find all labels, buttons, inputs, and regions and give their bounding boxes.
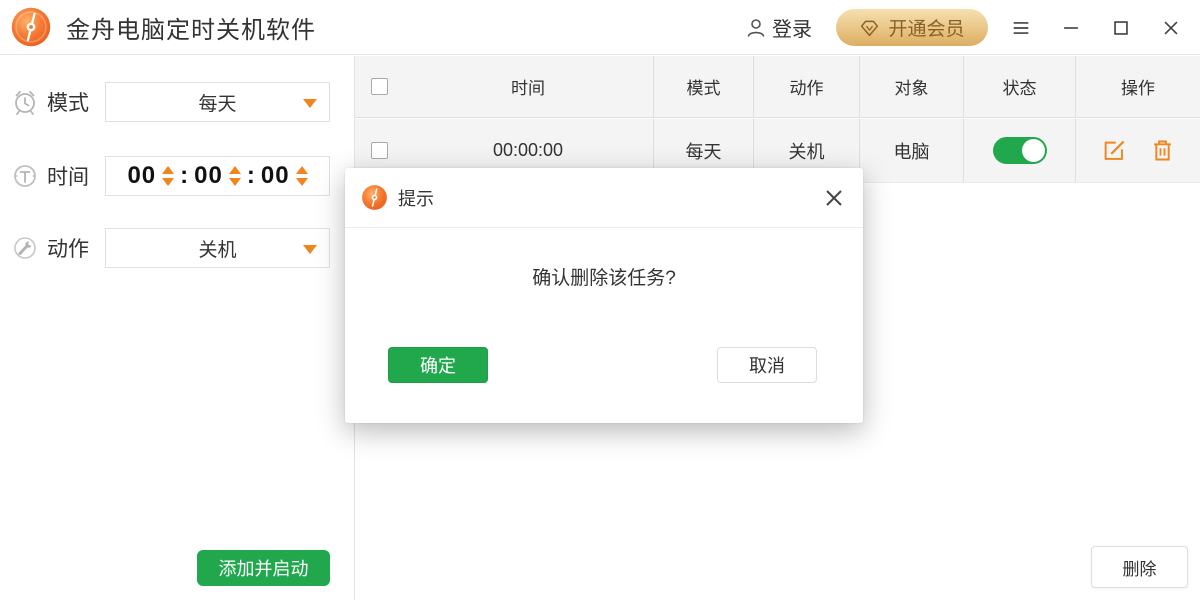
header-checkbox-cell (355, 56, 403, 117)
action-dropdown[interactable]: 关机 (105, 228, 330, 268)
arrow-down-icon[interactable] (296, 178, 308, 186)
window-controls (1008, 15, 1184, 41)
dialog-header: 提示 (345, 168, 863, 228)
header-time: 时间 (403, 56, 653, 117)
seconds-value[interactable]: 00 (261, 162, 290, 190)
hours-stepper[interactable] (162, 166, 174, 186)
vip-button[interactable]: 开通会员 (836, 9, 988, 46)
vip-label: 开通会员 (888, 14, 964, 41)
row-status-cell (963, 119, 1075, 182)
confirm-button[interactable]: 确定 (388, 347, 488, 383)
login-label: 登录 (772, 13, 812, 42)
time-colon: : (180, 162, 188, 190)
app-logo-clock-icon (361, 184, 388, 211)
enabled-toggle[interactable] (993, 137, 1047, 164)
arrow-down-icon[interactable] (162, 178, 174, 186)
chevron-down-icon (303, 245, 317, 254)
dialog-buttons: 确定 取消 (388, 347, 817, 383)
time-input[interactable]: 00 : 00 : 00 (105, 156, 330, 196)
titlebar: 金舟电脑定时关机软件 登录 开通会员 (0, 0, 1200, 55)
minutes-stepper[interactable] (229, 166, 241, 186)
login-button[interactable]: 登录 (744, 13, 812, 42)
time-colon: : (247, 162, 255, 190)
task-settings-panel: 模式 每天 时间 00 : 00 : 00 (0, 56, 355, 600)
action-label: 动作 (47, 233, 89, 263)
close-icon[interactable] (1158, 15, 1184, 41)
timer-icon (10, 161, 40, 191)
action-value: 关机 (198, 235, 236, 262)
mode-label: 模式 (47, 87, 89, 117)
delete-selected-button[interactable]: 删除 (1091, 546, 1188, 588)
cancel-button[interactable]: 取消 (717, 347, 817, 383)
diamond-icon (859, 17, 880, 38)
app-window: 金舟电脑定时关机软件 登录 开通会员 (0, 0, 1200, 600)
action-field-row: 动作 关机 (10, 228, 89, 268)
app-logo-clock-icon (10, 6, 52, 48)
toggle-knob (1022, 139, 1045, 162)
mode-value: 每天 (198, 89, 236, 116)
mode-field-row: 模式 每天 (10, 82, 89, 122)
row-checkbox[interactable] (371, 142, 388, 159)
add-and-start-button[interactable]: 添加并启动 (197, 550, 330, 586)
arrow-down-icon[interactable] (229, 178, 241, 186)
confirm-delete-dialog: 提示 确认删除该任务? 确定 取消 (345, 168, 863, 423)
hamburger-menu-icon[interactable] (1008, 15, 1034, 41)
arrow-up-icon[interactable] (162, 166, 174, 174)
edit-icon[interactable] (1100, 137, 1127, 164)
chevron-down-icon (303, 99, 317, 108)
dialog-message: 确认删除该任务? (345, 263, 863, 290)
header-action: 动作 (753, 56, 859, 117)
header-operation: 操作 (1075, 56, 1200, 117)
time-field-row: 时间 00 : 00 : 00 (10, 156, 89, 196)
select-all-checkbox[interactable] (371, 78, 388, 95)
titlebar-right: 登录 开通会员 (744, 0, 1184, 55)
table-header-row: 时间 模式 动作 对象 状态 操作 (355, 56, 1200, 118)
arrow-up-icon[interactable] (229, 166, 241, 174)
maximize-icon[interactable] (1108, 15, 1134, 41)
wrench-icon (10, 233, 40, 263)
mode-dropdown[interactable]: 每天 (105, 82, 330, 122)
minutes-value[interactable]: 00 (194, 162, 223, 190)
trash-icon[interactable] (1149, 137, 1176, 164)
seconds-stepper[interactable] (296, 166, 308, 186)
header-status: 状态 (963, 56, 1075, 117)
header-target: 对象 (859, 56, 963, 117)
hours-value[interactable]: 00 (127, 162, 156, 190)
app-title: 金舟电脑定时关机软件 (66, 10, 316, 45)
minimize-icon[interactable] (1058, 15, 1084, 41)
person-icon (744, 16, 768, 40)
arrow-up-icon[interactable] (296, 166, 308, 174)
dialog-close-icon[interactable] (821, 185, 847, 211)
row-operations-cell (1075, 119, 1200, 182)
dialog-title: 提示 (398, 185, 434, 211)
header-mode: 模式 (653, 56, 753, 117)
row-target-cell: 电脑 (859, 119, 963, 182)
alarm-clock-icon (10, 87, 40, 117)
time-label: 时间 (47, 161, 89, 191)
